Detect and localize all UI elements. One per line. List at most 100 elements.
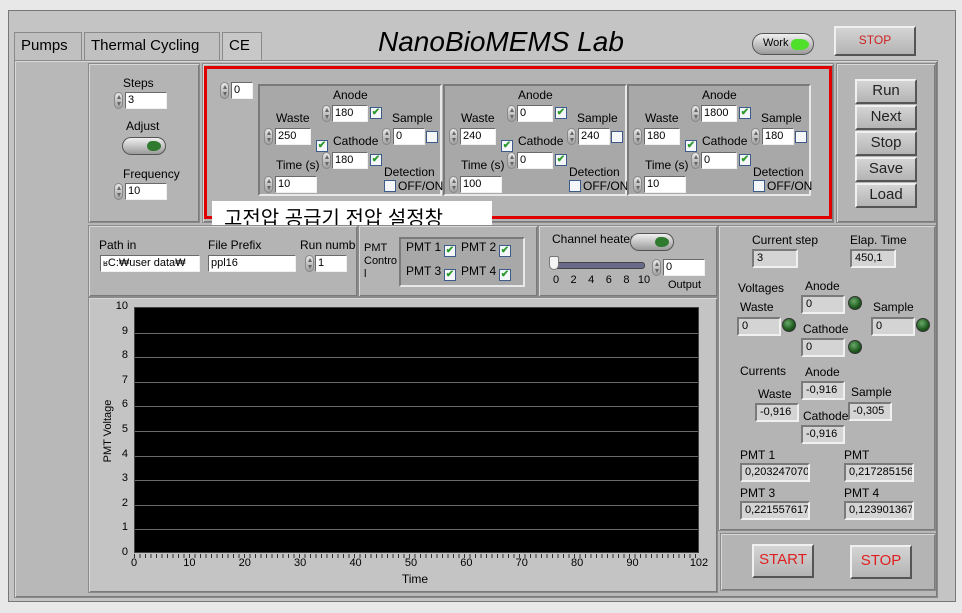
- path-value: C:₩user data₩: [107, 257, 186, 269]
- steps-spinner[interactable]: [114, 92, 123, 109]
- heater-led-icon: [655, 237, 669, 247]
- pmt2-value: 0,217285156: [844, 463, 914, 482]
- currents-label: Currents: [740, 364, 787, 378]
- x-tick-label: 80: [571, 557, 584, 569]
- path-label: Path in: [99, 238, 137, 252]
- heater-slider-track[interactable]: [551, 262, 645, 269]
- x-tick-label: 70: [515, 557, 528, 569]
- y-gridline: [135, 529, 698, 531]
- side-button-run[interactable]: Run: [855, 79, 917, 104]
- x-tick-label: 50: [404, 557, 418, 569]
- y-gridline: [135, 406, 698, 408]
- work-label: Work: [763, 37, 789, 49]
- v-sample-label: Sample: [873, 300, 914, 314]
- current-step-label: Current step: [752, 233, 819, 247]
- v-cathode-value: 0: [801, 338, 845, 357]
- heater-slider-handle[interactable]: [549, 256, 559, 270]
- header-stop-button[interactable]: STOP: [834, 26, 916, 56]
- bottom-stop-button[interactable]: STOP: [850, 545, 912, 579]
- slider-tick-label: 0: [552, 274, 560, 286]
- tab-thermal-cycling[interactable]: Thermal Cycling: [84, 32, 220, 60]
- v-waste-value: 0: [737, 317, 781, 336]
- app-title: NanoBioMEMS Lab: [378, 26, 624, 57]
- slider-tick-label: 6: [605, 274, 612, 286]
- c-sample-label: Sample: [851, 385, 892, 399]
- x-tick-label: 20: [238, 557, 251, 569]
- work-led-icon: [791, 39, 809, 50]
- x-axis-label: Time: [401, 572, 429, 586]
- frequency-input[interactable]: 10: [125, 183, 167, 200]
- adjust-label: Adjust: [126, 119, 160, 133]
- side-button-next[interactable]: Next: [855, 105, 917, 130]
- output-spinner[interactable]: [652, 259, 661, 276]
- pmt-4-checkbox[interactable]: ✔: [499, 269, 511, 281]
- steps-input[interactable]: 3: [125, 92, 167, 109]
- y-gridline: [135, 504, 698, 506]
- adjust-toggle[interactable]: [122, 137, 166, 155]
- frequency-label: Frequency: [123, 167, 180, 181]
- y-tick-label: 3: [121, 472, 128, 485]
- pmt-3-checkbox[interactable]: ✔: [444, 269, 456, 281]
- pmt-3-label: PMT 3: [406, 264, 442, 278]
- slider-tick-label: 8: [623, 274, 630, 286]
- c-cathode-value: -0,916: [801, 425, 845, 444]
- c-anode-value: -0,916: [801, 381, 845, 400]
- current-step-value: 3: [752, 249, 798, 268]
- pmt4-label: PMT 4: [844, 486, 880, 500]
- side-button-stop[interactable]: Stop: [855, 131, 917, 156]
- v-anode-label: Anode: [805, 279, 840, 293]
- pmt-2-checkbox[interactable]: ✔: [499, 245, 511, 257]
- v-sample-led-icon: [916, 318, 930, 332]
- v-anode-value: 0: [801, 295, 845, 314]
- highlight-box: [204, 66, 832, 219]
- path-input[interactable]: ʁC:₩user data₩: [100, 255, 200, 272]
- pmt3-value: 0,221557617: [740, 501, 810, 520]
- tab-pumps[interactable]: Pumps: [14, 32, 82, 60]
- side-button-save[interactable]: Save: [855, 157, 917, 182]
- x-tick-label: 102: [689, 557, 709, 569]
- side-button-load[interactable]: Load: [855, 183, 917, 208]
- y-tick-label: 7: [121, 373, 128, 386]
- output-label: Output: [668, 279, 702, 291]
- channel-heater-label: Channel heater: [552, 232, 635, 246]
- v-waste-label: Waste: [740, 300, 774, 314]
- y-tick-label: 2: [121, 496, 128, 509]
- y-tick-label: 8: [121, 349, 128, 362]
- plot-area: [134, 307, 699, 553]
- c-sample-value: -0,305: [848, 402, 892, 421]
- slider-tick-label: 4: [588, 274, 595, 286]
- v-cathode-led-icon: [848, 340, 862, 354]
- elapsed-time-label: Elap. Time: [850, 233, 907, 247]
- slider-tick-label: 10: [637, 274, 651, 286]
- elapsed-time-value: 450,1: [850, 249, 896, 268]
- start-button[interactable]: START: [752, 544, 814, 578]
- run-number-input[interactable]: 1: [315, 255, 347, 272]
- pmt1-label: PMT 1: [740, 448, 776, 462]
- pmt-1-checkbox[interactable]: ✔: [444, 245, 456, 257]
- v-anode-led-icon: [848, 296, 862, 310]
- y-gridline: [135, 381, 698, 383]
- v-cathode-label: Cathode: [803, 322, 849, 336]
- file-prefix-label: File Prefix: [208, 238, 262, 252]
- y-tick-label: 6: [121, 398, 128, 411]
- run-number-spinner[interactable]: [305, 255, 314, 272]
- x-tick-label: 60: [460, 557, 473, 569]
- pmt4-value: 0,123901367: [844, 501, 914, 520]
- channel-heater-toggle[interactable]: [630, 233, 674, 251]
- x-tick-label: 90: [626, 557, 639, 569]
- file-prefix-input[interactable]: ppl16: [208, 255, 296, 272]
- voltages-label: Voltages: [738, 281, 785, 295]
- y-tick-label: 9: [121, 324, 128, 337]
- tab-ce[interactable]: CE: [222, 32, 262, 60]
- output-input[interactable]: 0: [663, 259, 705, 276]
- v-sample-value: 0: [871, 317, 915, 336]
- frequency-spinner[interactable]: [114, 183, 123, 200]
- y-gridline: [135, 357, 698, 359]
- pmt3-label: PMT 3: [740, 486, 776, 500]
- x-tick-label: 10: [183, 557, 196, 569]
- y-tick-label: 4: [121, 447, 128, 460]
- y-gridline: [135, 431, 698, 432]
- work-toggle[interactable]: Work: [752, 33, 814, 55]
- y-gridline: [135, 455, 698, 457]
- c-waste-label: Waste: [758, 387, 792, 401]
